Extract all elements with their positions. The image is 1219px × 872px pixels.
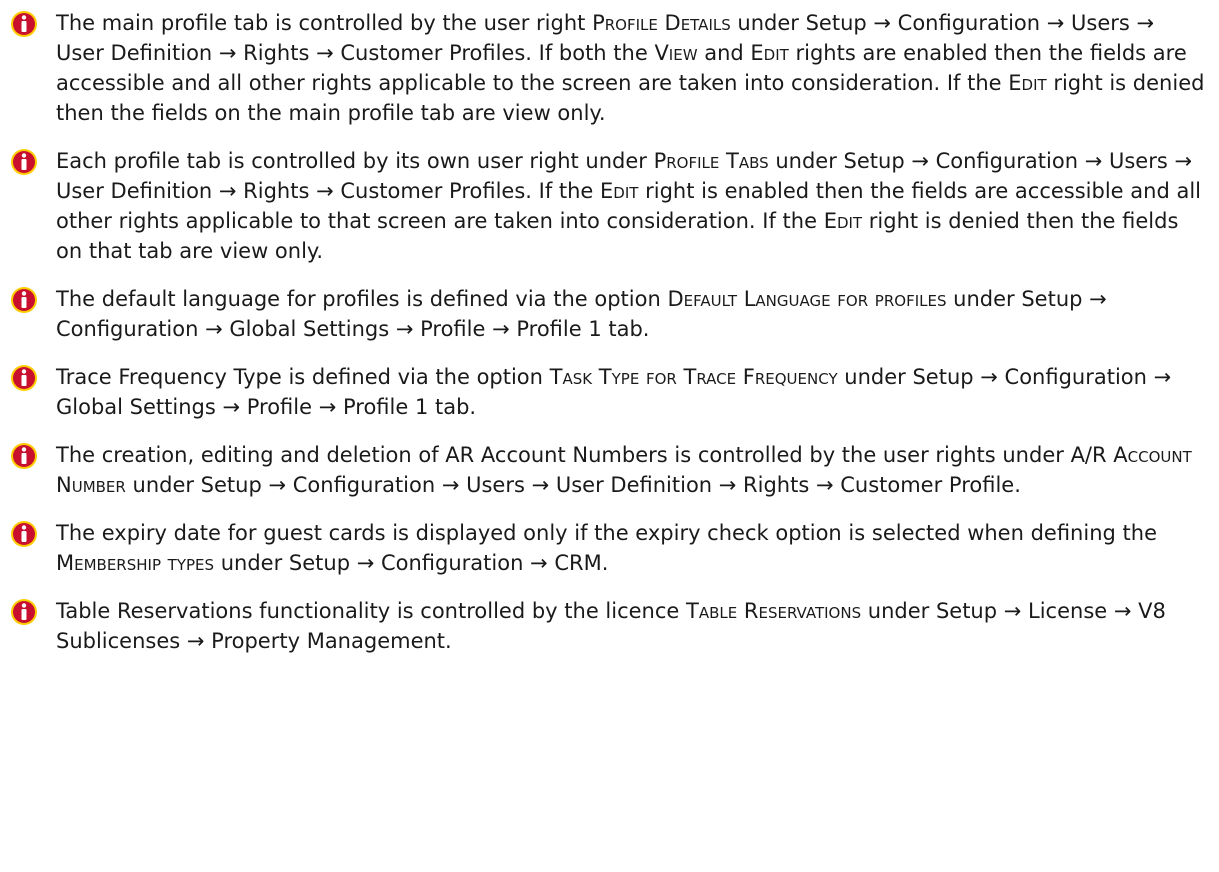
setup-item-name: Membership types xyxy=(56,551,215,575)
info-icon xyxy=(10,286,38,314)
note-trace-frequency: Trace Frequency Type is defined via the … xyxy=(10,362,1206,422)
note-table-reservations: Table Reservations functionality is cont… xyxy=(10,596,1206,656)
right-name: Edit xyxy=(750,41,789,65)
option-name: Task Type for Trace Frequency xyxy=(549,365,838,389)
note-text: The creation, editing and deletion of AR… xyxy=(56,443,1071,467)
right-name: Edit xyxy=(823,209,863,233)
note-text: Table Reservations functionality is cont… xyxy=(56,599,686,623)
note-default-language: The default language for profiles is def… xyxy=(10,284,1206,344)
info-icon xyxy=(10,442,38,470)
note-text: The main profile tab is controlled by th… xyxy=(56,11,593,35)
option-name: Default Language for profiles xyxy=(667,287,947,311)
licence-name: Table Reservations xyxy=(686,599,862,623)
note-profile-details: The main profile tab is controlled by th… xyxy=(10,8,1206,128)
info-icon xyxy=(10,520,38,548)
info-icon xyxy=(10,148,38,176)
note-guest-card-expiry: The expiry date for guest cards is displ… xyxy=(10,518,1206,578)
note-text: The default language for profiles is def… xyxy=(56,287,668,311)
note-text: and xyxy=(697,41,751,65)
note-ar-account-numbers: The creation, editing and deletion of AR… xyxy=(10,440,1206,500)
right-name: View xyxy=(654,41,698,65)
note-text: under Setup → Configuration → Users → Us… xyxy=(125,473,1021,497)
right-name: Profile Details xyxy=(592,11,731,35)
note-profile-tabs: Each profile tab is controlled by its ow… xyxy=(10,146,1206,266)
note-text: under Setup → Configuration → CRM. xyxy=(214,551,609,575)
info-icon xyxy=(10,10,38,38)
info-icon xyxy=(10,598,38,626)
info-icon xyxy=(10,364,38,392)
right-name: Profile Tabs xyxy=(653,149,769,173)
note-text: Each profile tab is controlled by its ow… xyxy=(56,149,654,173)
help-notes-page: The main profile tab is controlled by th… xyxy=(0,0,1219,872)
right-name: Edit xyxy=(1008,71,1047,95)
right-name: Edit xyxy=(600,179,639,203)
note-text: Trace Frequency Type is defined via the … xyxy=(56,365,550,389)
note-text: The expiry date for guest cards is displ… xyxy=(56,521,1157,545)
